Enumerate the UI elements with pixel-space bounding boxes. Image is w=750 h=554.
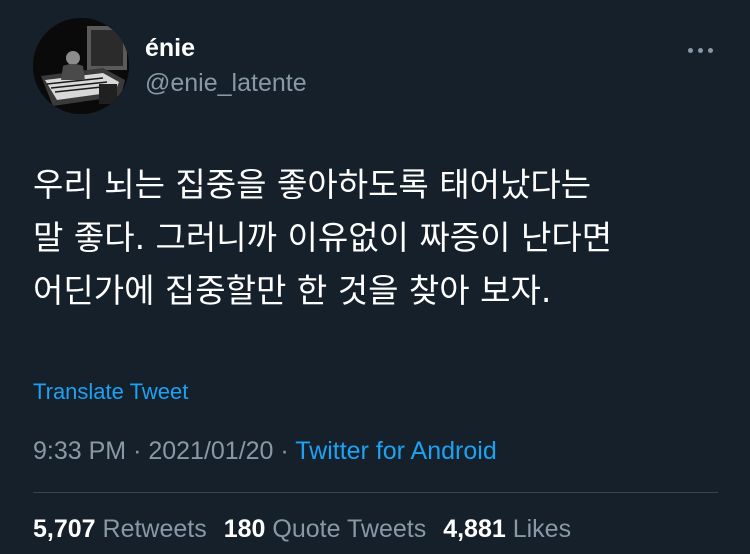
author-display-name[interactable]: énie <box>145 33 195 63</box>
quote-tweets-count: 180 <box>223 515 266 543</box>
tweet-text-line: 어딘가에 집중할만 한 것을 찾아 보자. <box>33 271 552 310</box>
retweets-count: 5,707 <box>33 515 96 543</box>
engagement-stats: 5,707 Retweets 180 Quote Tweets 4,881 Li… <box>33 514 571 544</box>
more-options-icon[interactable] <box>680 40 720 60</box>
more-dot <box>697 47 703 53</box>
tweet-card: énie @enie_latente 우리 뇌는 집중을 좋아하도록 태어났다는… <box>0 0 750 554</box>
tweet-time[interactable]: 9:33 PM <box>33 437 126 465</box>
author-handle[interactable]: @enie_latente <box>145 68 307 98</box>
meta-separator: · <box>280 437 289 465</box>
more-dot <box>687 47 693 53</box>
retweets-label: Retweets <box>102 515 207 543</box>
tweet-text: 우리 뇌는 집중을 좋아하도록 태어났다는 말 좋다. 그러니까 이유없이 짜증… <box>33 158 723 317</box>
more-dot <box>707 47 713 53</box>
likes-stat[interactable]: 4,881 Likes <box>443 514 571 544</box>
quote-tweets-label: Quote Tweets <box>272 515 427 543</box>
meta-separator: · <box>133 437 142 465</box>
tweet-text-line: 우리 뇌는 집중을 좋아하도록 태어났다는 <box>33 165 592 204</box>
tweet-date[interactable]: 2021/01/20 <box>148 437 273 465</box>
tweet-source-link[interactable]: Twitter for Android <box>295 437 496 465</box>
quote-tweets-stat[interactable]: 180 Quote Tweets <box>224 514 426 544</box>
divider <box>33 492 718 493</box>
avatar[interactable] <box>33 18 129 114</box>
tweet-metadata: 9:33 PM · 2021/01/20 · Twitter for Andro… <box>33 436 497 466</box>
translate-tweet-link[interactable]: Translate Tweet <box>33 378 188 406</box>
avatar-photo <box>33 18 129 114</box>
retweets-stat[interactable]: 5,707 Retweets <box>33 514 207 544</box>
tweet-text-line: 말 좋다. 그러니까 이유없이 짜증이 난다면 <box>33 218 613 257</box>
likes-label: Likes <box>512 515 572 543</box>
likes-count: 4,881 <box>443 515 506 543</box>
